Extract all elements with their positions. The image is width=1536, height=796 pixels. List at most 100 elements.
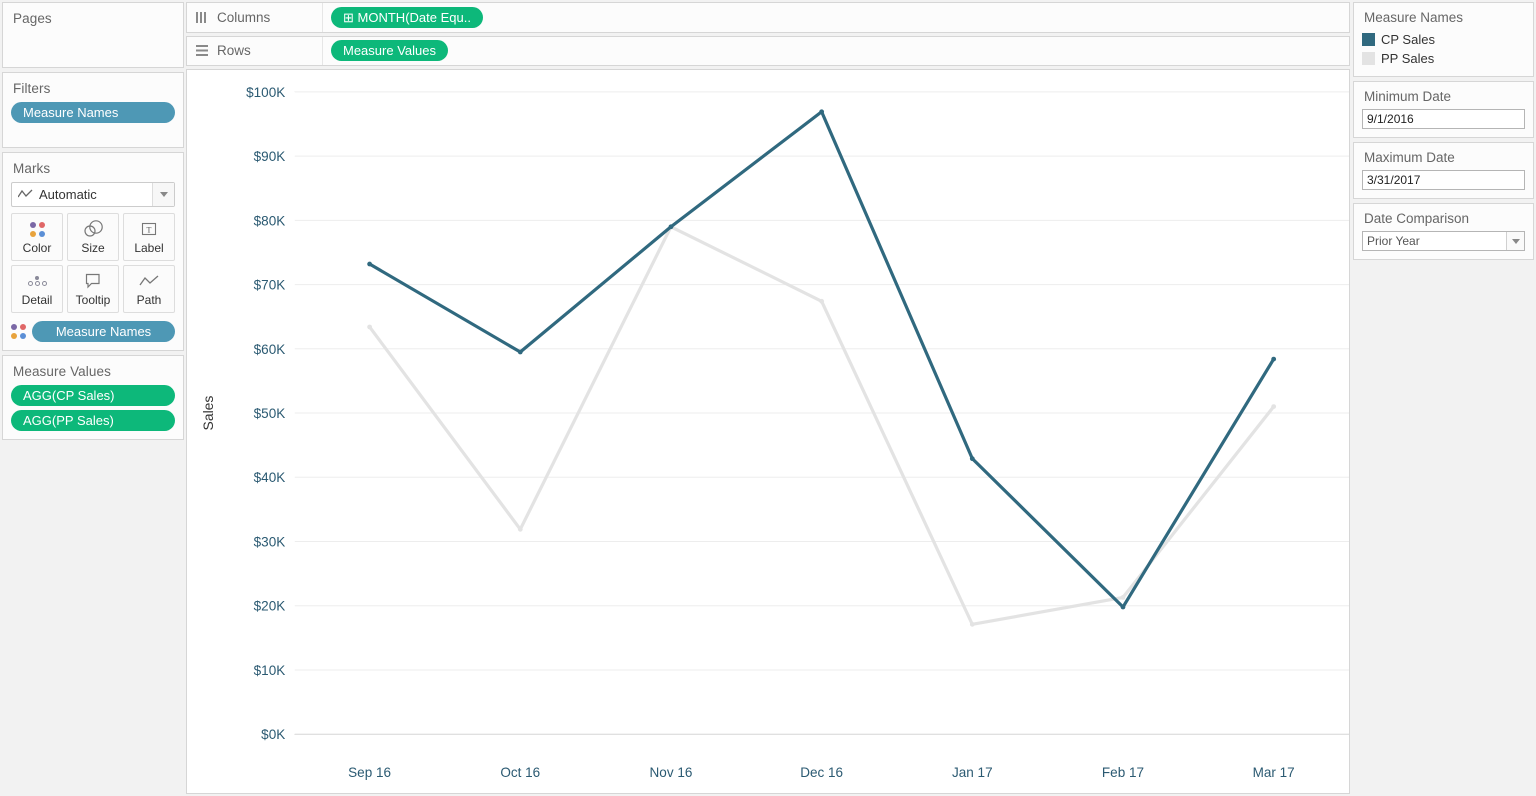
color-dots-icon <box>11 324 26 339</box>
rows-pill-measure-values[interactable]: Measure Values <box>331 40 448 62</box>
y-axis-tick-label: $0K <box>261 727 285 742</box>
chevron-down-icon <box>159 192 168 197</box>
data-point[interactable] <box>367 324 373 330</box>
mark-type-select[interactable]: Automatic <box>11 182 175 207</box>
color-legend-title: Measure Names <box>1364 10 1464 25</box>
x-axis-tick-label: Nov 16 <box>650 765 693 780</box>
y-axis-tick-label: $20K <box>254 599 286 614</box>
marks-color-button[interactable]: Color <box>11 213 63 261</box>
rows-shelf-label: Rows <box>217 43 251 59</box>
marks-card: Marks Automatic Color Size T Label Detai… <box>2 152 184 351</box>
data-point[interactable] <box>1271 404 1277 410</box>
marks-path-label: Path <box>136 293 162 307</box>
series-line-pp-sales[interactable] <box>368 225 1276 627</box>
right-panel-spacer <box>1353 264 1534 796</box>
data-point[interactable] <box>819 109 825 115</box>
y-axis-tick-label: $60K <box>254 342 286 357</box>
minimum-date-title: Minimum Date <box>1364 89 1452 104</box>
x-axis-tick-label: Oct 16 <box>500 765 540 780</box>
legend-item-cp-sales[interactable]: CP Sales <box>1362 30 1525 49</box>
pages-card-title: Pages <box>13 11 52 26</box>
measure-values-list: AGG(CP Sales) AGG(PP Sales) <box>11 385 175 431</box>
center-column: Columns ⊞ MONTH(Date Equ.. Rows Measure … <box>186 0 1350 796</box>
marks-label-label: Label <box>134 241 164 255</box>
y-axis-tick-label: $30K <box>254 535 286 550</box>
y-axis-tick-label: $10K <box>254 663 286 678</box>
x-axis-tick-label: Sep 16 <box>348 765 391 780</box>
data-point[interactable] <box>969 622 975 627</box>
marks-color-label: Color <box>22 241 52 255</box>
left-column-spacer <box>2 444 184 796</box>
marks-card-title: Marks <box>13 161 51 176</box>
viz-pane[interactable]: $100K $90K $80K $70K $60K $50K $40K $30K $20K $10… <box>186 69 1350 794</box>
rows-shelf[interactable]: Rows Measure Values <box>186 35 1350 67</box>
data-point[interactable] <box>1120 595 1126 600</box>
x-axis-tick-label: Feb 17 <box>1102 765 1144 780</box>
data-point[interactable] <box>819 299 825 304</box>
columns-shelf[interactable]: Columns ⊞ MONTH(Date Equ.. <box>186 2 1350 33</box>
detail-dots-icon <box>27 271 47 291</box>
marks-encoding-pill-measure-names[interactable]: Measure Names <box>32 321 175 342</box>
legend-swatch-cp-sales <box>1362 33 1375 46</box>
legend-swatch-pp-sales <box>1362 52 1375 65</box>
data-point[interactable] <box>668 224 674 230</box>
y-axis-tick-label: $90K <box>254 149 286 164</box>
x-axis-tick-label: Mar 17 <box>1253 765 1295 780</box>
marks-tooltip-label: Tooltip <box>75 293 111 307</box>
minimum-date-input[interactable]: 9/1/2016 <box>1362 109 1525 129</box>
marks-encoding-row: Measure Names <box>11 321 175 342</box>
y-axis-tick-label: $50K <box>254 406 286 421</box>
filter-pill-measure-names[interactable]: Measure Names <box>11 102 175 123</box>
minimum-date-card: Minimum Date 9/1/2016 <box>1353 81 1534 138</box>
color-dots-icon <box>29 219 45 239</box>
data-point[interactable] <box>1120 604 1126 610</box>
left-shelf-column: Pages Filters Measure Names Marks Automa… <box>0 0 186 796</box>
columns-pill-label: MONTH(Date Equ.. <box>357 9 471 25</box>
marks-size-button[interactable]: Size <box>67 213 119 261</box>
marks-label-button[interactable]: T Label <box>123 213 175 261</box>
filters-card: Filters Measure Names <box>2 72 184 148</box>
label-text-icon: T <box>141 219 157 239</box>
tooltip-bubble-icon <box>85 271 102 291</box>
mark-type-caret[interactable] <box>152 183 174 206</box>
data-point[interactable] <box>367 261 373 267</box>
marks-path-button[interactable]: Path <box>123 265 175 313</box>
path-line-icon <box>139 271 159 291</box>
columns-pill-month-date[interactable]: ⊞ MONTH(Date Equ.. <box>331 6 483 28</box>
pages-card: Pages <box>2 2 184 68</box>
y-axis-title: Sales <box>200 396 216 431</box>
marks-size-label: Size <box>81 241 105 255</box>
columns-icon <box>195 11 209 23</box>
y-axis-tick-label: $40K <box>254 470 286 485</box>
date-comparison-select[interactable]: Prior Year <box>1362 231 1525 251</box>
marks-buttons-grid: Color Size T Label Detail Tooltip Path <box>11 213 175 313</box>
data-point[interactable] <box>1271 356 1277 362</box>
data-point[interactable] <box>969 456 975 462</box>
measure-value-pill-cp-sales[interactable]: AGG(CP Sales) <box>11 385 175 406</box>
data-point[interactable] <box>517 527 523 532</box>
line-chart[interactable]: $100K $90K $80K $70K $60K $50K $40K $30K $20K $10… <box>187 70 1349 793</box>
marks-detail-label: Detail <box>21 293 53 307</box>
chevron-down-icon <box>1511 238 1520 244</box>
x-axis-tick-label: Dec 16 <box>800 765 843 780</box>
y-axis-tick-label: $100K <box>246 85 285 100</box>
series-line-cp-sales[interactable] <box>368 110 1276 609</box>
date-comparison-caret[interactable] <box>1506 232 1524 250</box>
maximum-date-title: Maximum Date <box>1364 150 1455 165</box>
measure-values-card: Measure Values AGG(CP Sales) AGG(PP Sale… <box>2 355 184 440</box>
y-axis-tick-label: $70K <box>254 278 286 293</box>
mark-type-label: Automatic <box>39 187 97 202</box>
measure-value-pill-pp-sales[interactable]: AGG(PP Sales) <box>11 410 175 431</box>
marks-detail-button[interactable]: Detail <box>11 265 63 313</box>
measure-values-card-title: Measure Values <box>13 364 111 379</box>
rows-icon <box>195 45 209 57</box>
marks-tooltip-button[interactable]: Tooltip <box>67 265 119 313</box>
date-comparison-card: Date Comparison Prior Year <box>1353 203 1534 260</box>
legend-item-pp-sales[interactable]: PP Sales <box>1362 49 1525 68</box>
plus-box-icon: ⊞ <box>343 9 354 25</box>
data-point[interactable] <box>517 349 523 355</box>
maximum-date-card: Maximum Date 3/31/2017 <box>1353 142 1534 199</box>
right-panel: Measure Names CP Sales PP Sales Minimum … <box>1350 0 1536 796</box>
maximum-date-input[interactable]: 3/31/2017 <box>1362 170 1525 190</box>
line-chart-icon <box>17 187 33 202</box>
